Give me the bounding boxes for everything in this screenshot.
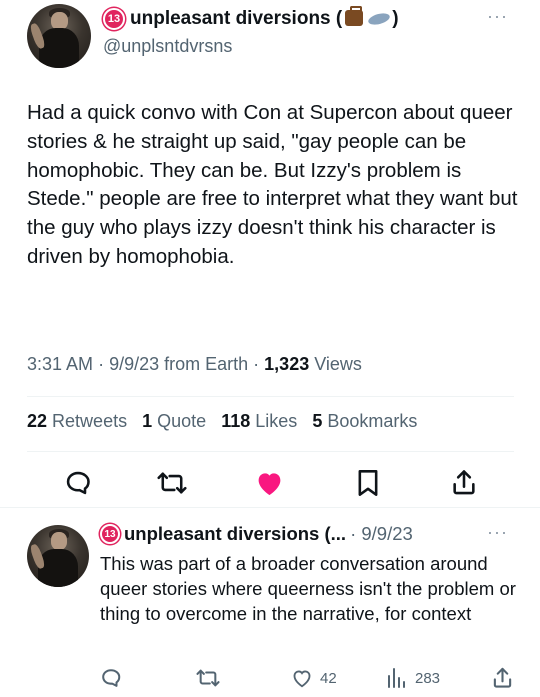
divider: [27, 451, 514, 452]
reply-views-button[interactable]: 283: [386, 667, 440, 689]
tweet-time[interactable]: 3:31 AM: [27, 354, 93, 374]
tweet-date[interactable]: 9/9/23: [109, 354, 159, 374]
reply-reply-button[interactable]: [100, 667, 122, 689]
more-options-icon[interactable]: ···: [487, 6, 508, 27]
age-badge-icon: 13: [100, 524, 120, 544]
reply-more-options-icon[interactable]: ···: [487, 522, 508, 543]
reply-views-count: 283: [415, 669, 441, 687]
age-badge-icon: 13: [103, 8, 125, 30]
briefcase-icon: [345, 6, 364, 26]
reply-display-name: unpleasant diversions (...: [124, 523, 347, 544]
reply-date[interactable]: · 9/9/23: [350, 523, 413, 545]
airplane-icon: [367, 11, 392, 27]
reply-icon: [102, 669, 121, 687]
reply-author-name[interactable]: 13 unpleasant diversions (... · 9/9/23: [100, 523, 413, 545]
reply-icon: [66, 471, 90, 495]
reply-button[interactable]: [64, 469, 92, 497]
likes-stat[interactable]: 118 Likes: [221, 411, 297, 431]
bookmark-button[interactable]: [356, 469, 380, 497]
share-icon: [453, 470, 475, 495]
author-name[interactable]: 13 unpleasant diversions (): [103, 6, 399, 30]
retweet-icon: [196, 669, 220, 687]
tweet-text: Had a quick convo with Con at Supercon a…: [27, 101, 518, 268]
display-name: unpleasant diversions (): [130, 6, 399, 29]
heart-filled-icon: [258, 473, 281, 496]
retweets-stat[interactable]: 22 Retweets: [27, 411, 127, 431]
retweet-button[interactable]: [157, 469, 187, 497]
heart-icon: [293, 670, 311, 688]
divider: [27, 396, 514, 397]
views-count: 1,323: [264, 354, 310, 374]
reply-tweet-text: This was part of a broader conversation …: [100, 553, 516, 624]
bookmark-icon: [358, 470, 378, 496]
reply-likes-count: 42: [320, 669, 337, 687]
bookmarks-stat[interactable]: 5 Bookmarks: [312, 411, 417, 431]
views-chart-icon: [388, 668, 405, 688]
reply-retweet-button[interactable]: [196, 667, 220, 689]
reply-author-avatar[interactable]: [27, 525, 89, 587]
engagement-stats: 22 Retweets 1 Quote 118 Likes 5 Bookmark…: [27, 411, 417, 432]
share-icon: [493, 667, 512, 688]
like-button[interactable]: [255, 469, 284, 497]
tweet-meta: 3:31 AM · 9/9/23 from Earth · 1,323 View…: [27, 354, 362, 374]
author-handle[interactable]: @unplsntdvrsns: [103, 36, 232, 57]
author-avatar[interactable]: [27, 4, 91, 68]
reply-share-button[interactable]: [492, 666, 513, 689]
quotes-stat[interactable]: 1 Quote: [142, 411, 206, 431]
retweet-icon: [157, 472, 187, 494]
reply-like-button[interactable]: 42: [291, 667, 337, 689]
views-label: Views: [314, 354, 362, 374]
tweet-source: from Earth: [164, 354, 249, 374]
share-button[interactable]: [451, 468, 477, 496]
divider: [0, 507, 540, 508]
